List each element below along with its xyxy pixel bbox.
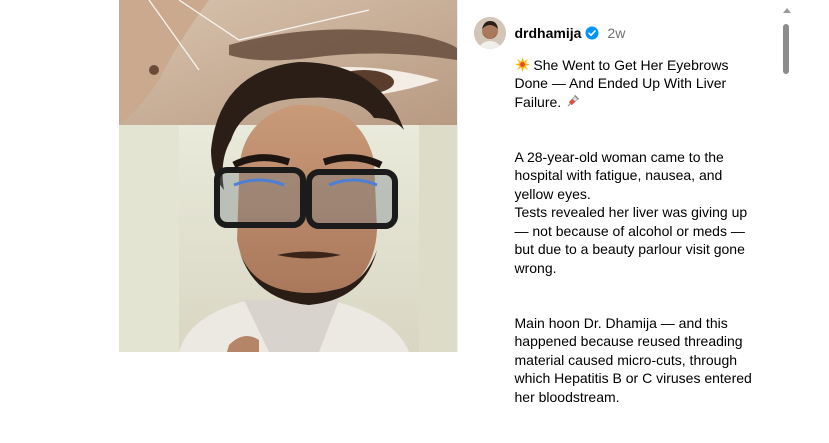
post-sidebar: drdhamija 2w She Went to Get Her Eyebrow… xyxy=(456,0,793,405)
caption-title: She Went to Get Her Eyebrows Done — And … xyxy=(514,56,765,112)
scrollbar-thumb[interactable] xyxy=(783,24,789,74)
post-media-image[interactable] xyxy=(119,0,457,352)
caption-paragraph-1: A 28-year-old woman came to the hospital… xyxy=(514,148,748,276)
caption-scrollbar[interactable] xyxy=(779,0,793,352)
post-caption: She Went to Get Her Eyebrows Done — And … xyxy=(514,37,765,443)
post-dialog: drdhamija 2w She Went to Get Her Eyebrow… xyxy=(119,0,793,405)
caption-title-text: She Went to Get Her Eyebrows Done — And … xyxy=(514,56,729,110)
scroll-up-arrow-icon[interactable] xyxy=(783,8,791,13)
syringe-emoji-icon xyxy=(567,94,580,106)
caption-paragraph-2: Main hoon Dr. Dhamija — and this happene… xyxy=(514,314,752,405)
avatar[interactable] xyxy=(473,17,506,49)
collision-emoji-icon xyxy=(514,56,530,72)
